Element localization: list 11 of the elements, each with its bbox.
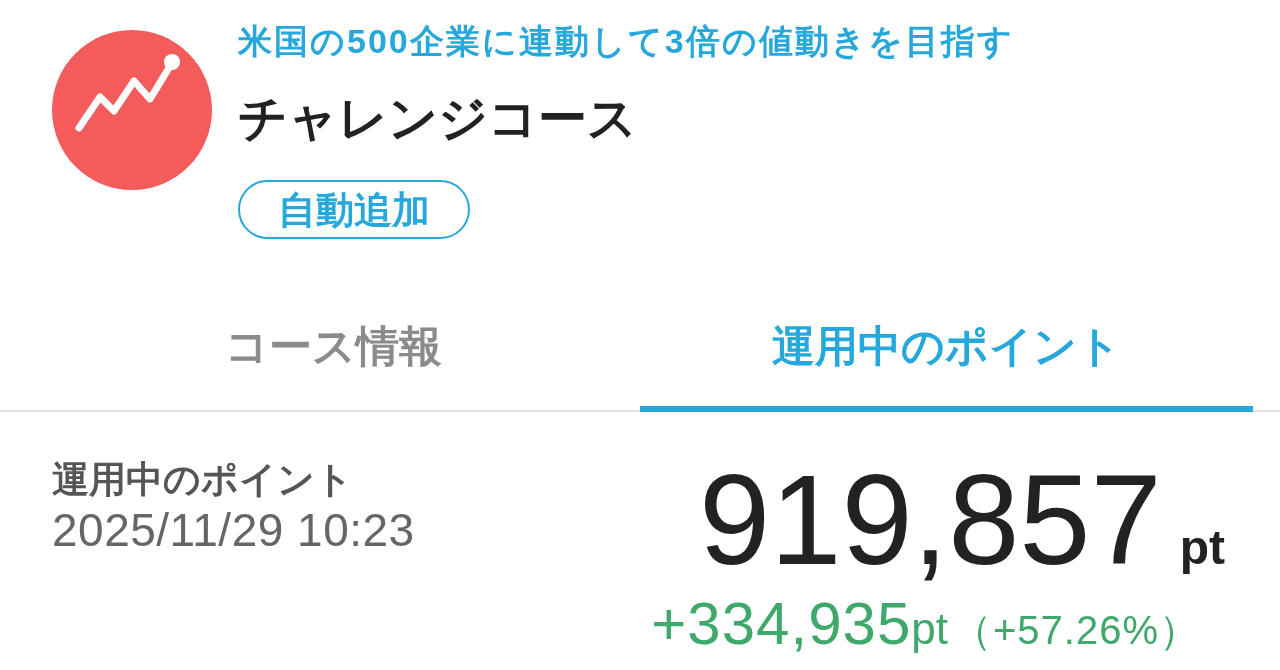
points-value: 919,857 (699, 455, 1162, 584)
rising-chart-icon (52, 30, 212, 190)
points-label: 運用中のポイント (52, 457, 354, 502)
points-change-text: +334,935pt（+57.26%） (651, 593, 1200, 654)
status-tag: 自動追加 (238, 179, 470, 239)
tab[interactable]: 運用中のポイント (640, 290, 1253, 412)
course-tagline: 米国の500企業に連動して3倍の値動きを目指す (238, 22, 1014, 62)
timestamp-text: 2025/11/29 10:23 (52, 503, 415, 559)
points-unit: pt (1179, 523, 1225, 572)
course-title: チャレンジコース (238, 90, 637, 148)
tab[interactable]: コース情報 (27, 290, 640, 412)
